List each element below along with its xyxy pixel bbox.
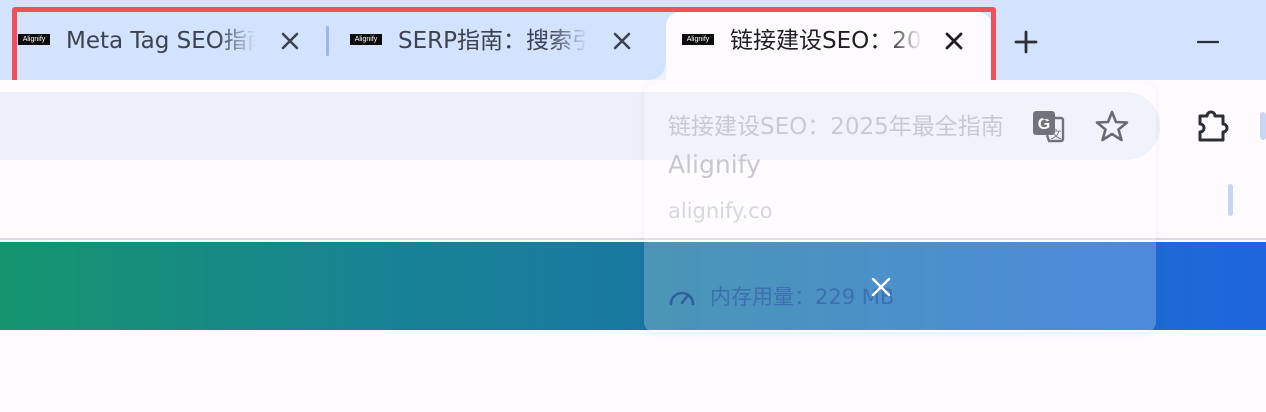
tabs-highlight-box [12,7,996,87]
close-icon [871,277,891,297]
hover-card-memory-usage: 内存用量：229 MB [668,282,894,310]
speedometer-icon [669,291,695,306]
hover-card-title: 链接建设SEO：2025年最全指南 [668,114,1004,140]
new-tab-button[interactable] [1006,22,1046,62]
bookmarks-separator [1228,184,1233,216]
minimize-button[interactable] [1188,22,1228,62]
minimize-icon [1197,40,1219,44]
toolbar-separator [1260,112,1266,140]
plus-icon [1014,30,1038,54]
page-body [0,330,1266,412]
puzzle-icon[interactable] [1194,106,1232,146]
hover-card-close-button[interactable] [866,272,896,302]
hover-card-domain: alignify.co [668,199,773,223]
tab-strip: Alignify Meta Tag SEO指南 Alignify SERP指南：… [0,0,1266,87]
hover-card-site-name: Alignify [668,150,761,179]
tab-hover-card: 链接建设SEO：2025年最全指南 Alignify alignify.co 内… [644,84,1156,332]
